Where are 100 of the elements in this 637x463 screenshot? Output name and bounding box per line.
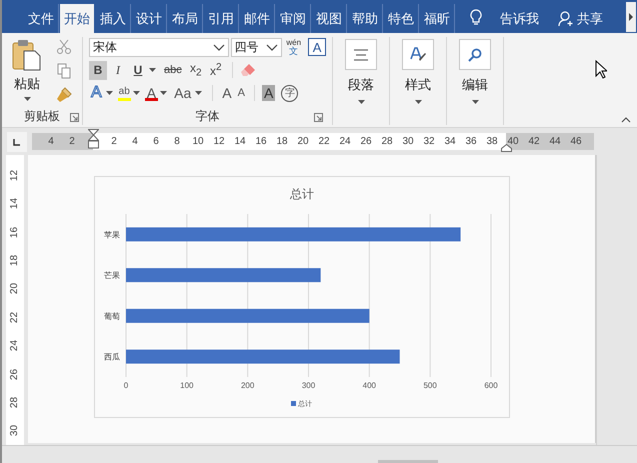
ruler-number: 24 [10,340,20,352]
ribbon-group-button[interactable]: 样式 [402,37,434,106]
caret-icon[interactable] [160,91,168,95]
font-effect-button[interactable]: A [144,85,158,101]
ribbon-group-button[interactable]: 段落 [345,37,377,106]
lightbulb-icon[interactable] [470,9,482,26]
scissors-icon[interactable] [56,39,72,55]
axis-tick-label: 100 [180,381,194,390]
ruler-number: 16 [254,136,268,147]
chevron-icon [212,44,225,50]
category-label: 芒果 [104,271,120,280]
axis-tick-label: 0 [124,381,128,390]
category-label: 葡萄 [104,312,120,321]
ruler-number: 22 [317,136,331,147]
axis-tick-label: 500 [423,381,437,390]
ruler-number: 36 [464,136,478,147]
ruler-number: 4 [131,136,139,147]
ruler-number: 32 [422,136,436,147]
font-effect-button[interactable]: A [220,84,234,102]
axis-tick-label: 400 [362,381,376,390]
format-button[interactable]: abc [161,60,185,80]
ruler-number: 46 [569,136,583,147]
ruler-number: 22 [10,312,20,323]
ruler-number: 34 [443,136,457,147]
ruler-number: 20 [10,283,20,294]
ruler-number: 28 [10,396,20,408]
ruler-number: 38 [485,136,499,147]
format-button[interactable]: x$^{2}$ [206,60,225,80]
group-label: 剪贴板 [24,108,60,124]
ruler-number: 30 [401,136,415,147]
axis-tick-label: 600 [484,381,498,390]
ruler-number: 30 [10,425,20,436]
dialog-launcher-icon[interactable] [314,113,323,122]
ruler-number: 28 [380,136,394,147]
ribbon-group-button[interactable]: 编辑 [459,37,491,106]
ruler-number: 4 [47,136,55,147]
ruler-number: 14 [233,136,247,147]
ruler-number: 44 [548,136,562,147]
font-size-dropdown[interactable]: 四号 [230,38,282,56]
ruler-number: 26 [359,136,373,147]
format-button[interactable]: x$_{2}$ [186,60,205,80]
ruler-number: 40 [506,136,520,147]
ruler-number: 8 [173,136,181,147]
clipboard-icon [12,39,42,71]
collapse-ribbon-icon[interactable] [621,117,631,123]
caret-icon [414,100,422,104]
font-effect-button[interactable]: A [236,84,247,102]
ruler-number: 2 [110,136,118,147]
ruler-number: 42 [527,136,541,147]
brush-icon[interactable] [56,87,72,103]
format-button[interactable]: U [129,60,147,80]
caret-icon[interactable] [149,68,156,72]
paste-button[interactable]: 粘贴 [6,37,48,107]
ruler-number: 16 [10,226,20,238]
align-lines-icon [353,48,369,60]
format-button[interactable]: B [89,60,107,80]
ruler-number: 20 [296,136,310,147]
search-icon [467,46,483,62]
chevron-icon [266,44,278,50]
letter-brush-icon [409,46,427,64]
ruler-number: 14 [10,198,20,210]
mouse-pointer-icon [595,60,607,79]
font-effect-button[interactable]: A [262,85,276,101]
category-label: 西瓜 [104,352,120,362]
ruler-number: 18 [275,136,289,147]
right-indent-marker-icon[interactable] [501,144,512,152]
font-effect-button[interactable]: 字 [281,84,298,102]
character-border-button[interactable]: A [308,38,326,56]
caret-icon[interactable] [195,91,202,95]
font-effect-button[interactable]: ab [118,85,131,101]
axis-tick-label: 200 [240,381,254,390]
chart-title: 总计 [290,187,314,201]
group-label: 字体 [196,108,220,124]
ribbon-tab[interactable]: 开始 [60,4,94,33]
font-name-dropdown[interactable]: 宋体 [89,38,229,56]
caret-icon[interactable] [132,91,140,95]
caret-icon [472,100,478,104]
dialog-launcher-icon[interactable] [70,113,79,122]
caret-icon [24,97,30,101]
scroll-right-icon[interactable] [626,2,636,32]
format-button[interactable]: I [109,60,127,80]
tell-me-field[interactable]: 告诉我 [500,4,539,33]
copy-icon[interactable] [56,63,72,79]
ruler-number: 12 [10,170,20,181]
share-button[interactable]: 共享 [552,4,609,33]
ruler-number: 18 [10,254,20,266]
ruler-number: 26 [10,368,20,380]
ruler-number: 10 [191,136,205,147]
person-plus-icon [558,10,574,26]
tab-stop-selector-icon[interactable] [7,132,27,152]
phonetic-guide-button[interactable]: wén 文 [284,38,304,56]
caret-icon[interactable] [106,91,113,95]
caret-icon [358,100,364,104]
ruler-number: 24 [338,136,352,147]
ruler-number: 6 [152,136,160,147]
ruler-number: 12 [212,136,226,147]
ruler-number: 2 [68,136,76,147]
scrollbar-thumb[interactable] [378,460,438,463]
font-effect-button[interactable]: Aa [172,84,194,102]
horizontal-ruler[interactable]: 4 2 2 4 6 8 10 12 14 16 18 20 22 24 26 28 30 32 34 36 38 40 42 44 46 [32,133,594,150]
